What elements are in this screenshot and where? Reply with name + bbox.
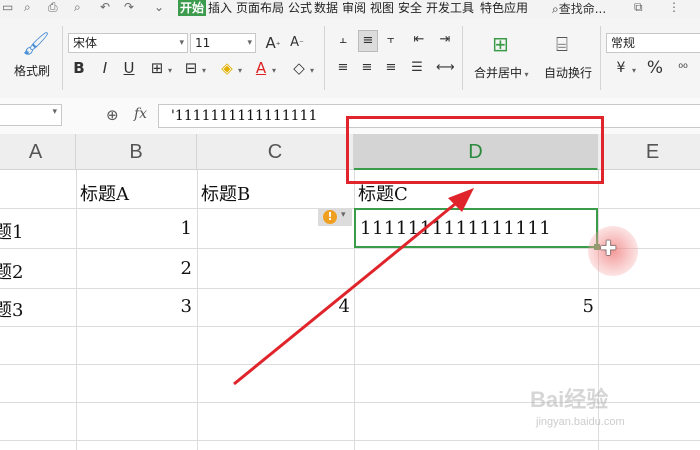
watermark-url: jingyan.baidu.com (536, 416, 625, 428)
watermark: Bai经验 (530, 387, 609, 412)
annotation-arrow-line (233, 198, 461, 386)
